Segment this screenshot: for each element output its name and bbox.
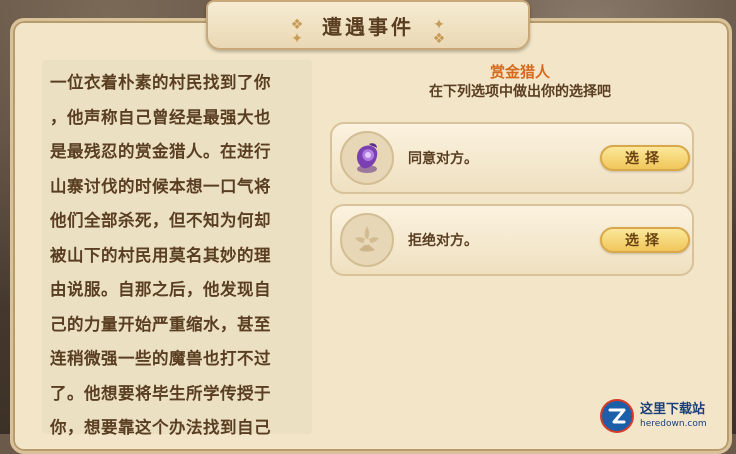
watermark-title: 这里下载站 [640,402,706,417]
story-line: 由说服。自那之后，他发现自 [50,280,271,299]
option-label: 同意对方。 [408,151,478,167]
option-label: 拒绝对方。 [408,233,478,249]
purple-orb-icon [340,131,394,185]
story-line: 了。他想要将毕生所学传授于 [50,383,271,403]
story-line: 一位衣着朴素的村民找到了你 [50,73,271,92]
event-header: 赏金猎人 在下列选项中做出你的选择吧 [340,62,700,102]
dialog-title: 遭遇事件 [322,14,414,39]
option-agree[interactable]: 同意对方。 选择 [330,122,694,194]
story-line: ，他声称自己曾经是最强大也 [50,107,271,127]
story-line: 连稍微强一些的魔兽也打不过 [50,349,271,368]
choose-button[interactable]: 选择 [600,145,690,171]
story-line: 被山下的村民用莫名其妙的理 [50,245,271,265]
flourish-left-icon: ❖ ✦ [290,17,304,47]
npc-name: 赏金猎人 [489,63,550,81]
dialog-title-banner: ❖ ✦ 遭遇事件 ✦ ❖ [206,0,530,50]
refuse-emblem-icon [340,213,394,267]
story-line: 山寨讨伐的时候本想一口气将 [50,176,271,196]
choice-prompt: 在下列选项中做出你的选择吧 [429,84,611,100]
story-text-box[interactable]: 一位衣着朴素的村民找到了你 ，他声称自己曾经是最强大也 是最残忍的赏金猎人。在进… [42,60,312,437]
story-line: 他们全部杀死，但不知为何却 [50,211,271,230]
story-line: 己的力量开始严重缩水，甚至 [50,314,271,334]
option-refuse[interactable]: 拒绝对方。 选择 [330,204,694,276]
story-line: 你，想要靠这个办法找到自己 [50,418,271,437]
site-watermark: 这里下载站 heredown.com [600,398,736,434]
site-logo-icon [600,399,634,433]
watermark-url: heredown.com [640,419,707,429]
story-line: 是最残忍的赏金猎人。在进行 [50,142,271,161]
choose-button[interactable]: 选择 [600,227,690,253]
flourish-right-icon: ✦ ❖ [432,17,446,47]
